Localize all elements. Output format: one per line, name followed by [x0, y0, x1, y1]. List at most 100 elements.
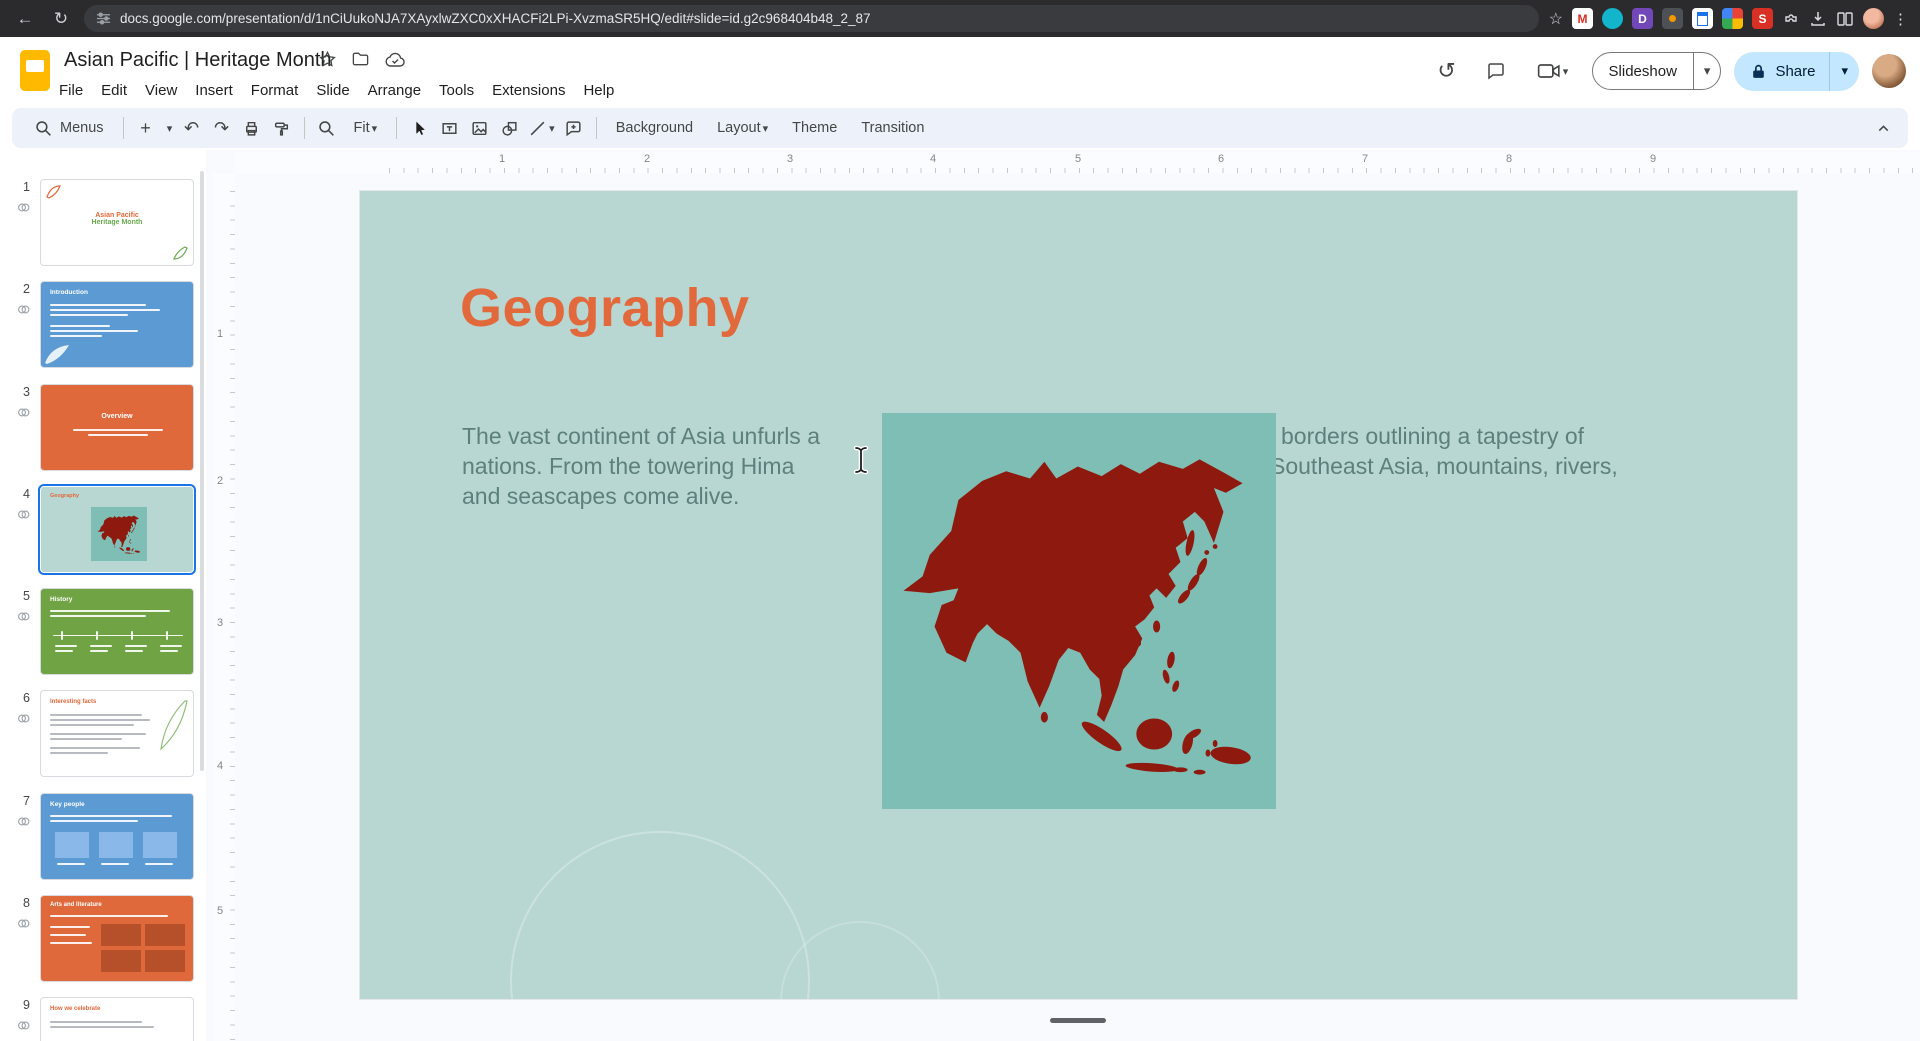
layout-button[interactable]: Layout ▾ [705, 113, 780, 143]
body-text-fragment[interactable]: nations. From the towering Hima [462, 453, 794, 480]
filmstrip-item: 1 Asian Pacific Heritage Month [0, 179, 206, 271]
s-extension-icon[interactable]: S [1752, 8, 1773, 29]
menu-arrange[interactable]: Arrange [359, 79, 430, 102]
ruler-number: 1 [217, 328, 223, 340]
bookmark-star-icon[interactable]: ☆ [1549, 9, 1563, 29]
asia-map-image[interactable] [882, 413, 1276, 809]
slideshow-button[interactable]: Slideshow [1593, 53, 1693, 89]
slide-thumbnail-2[interactable]: Introduction [40, 281, 194, 368]
menu-help[interactable]: Help [574, 79, 623, 102]
zoom-fit-select[interactable]: Fit ▾ [342, 113, 390, 143]
slide-thumbnail-1[interactable]: Asian Pacific Heritage Month [40, 179, 194, 266]
back-button[interactable]: ← [12, 6, 38, 32]
text-box-tool-button[interactable] [434, 113, 464, 143]
vertical-ruler[interactable]: 1 2 3 4 5 [213, 173, 235, 1041]
menu-file[interactable]: File [50, 79, 92, 102]
split-screen-icon[interactable] [1836, 10, 1854, 28]
meet-extension-icon[interactable] [1602, 8, 1623, 29]
slideshow-caret-button[interactable]: ▾ [1693, 53, 1721, 89]
share-control: Share ▾ [1734, 52, 1859, 91]
select-tool-button[interactable] [404, 113, 434, 143]
insert-line-button[interactable]: ▾ [524, 113, 559, 143]
zoom-button[interactable] [312, 113, 342, 143]
menu-format[interactable]: Format [242, 79, 308, 102]
decorative-circle [780, 921, 940, 999]
theme-button[interactable]: Theme [780, 113, 849, 143]
menu-edit[interactable]: Edit [92, 79, 136, 102]
document-title[interactable]: Asian Pacific | Heritage Month [64, 49, 332, 72]
extension-icon[interactable] [1662, 8, 1683, 29]
menu-insert[interactable]: Insert [186, 79, 242, 102]
leaf-decoration [167, 244, 189, 262]
gmail-icon[interactable]: M [1572, 8, 1593, 29]
filmstrip-scrollbar[interactable] [200, 171, 204, 771]
star-document-button[interactable] [318, 50, 337, 69]
lock-icon [1750, 63, 1767, 80]
leaf-decoration [45, 183, 67, 201]
slide-thumbnail-6[interactable]: Interesting facts [40, 690, 194, 777]
body-text-fragment[interactable]: and seascapes come alive. [462, 483, 739, 510]
body-text-fragment[interactable]: The vast continent of Asia unfurls a [462, 423, 820, 450]
text-line [73, 429, 163, 431]
present-caret-icon: ▾ [1563, 65, 1569, 78]
comments-button[interactable] [1478, 53, 1514, 89]
undo-icon: ↶ [184, 119, 199, 137]
slide-thumbnail-9[interactable]: How we celebrate [40, 997, 194, 1041]
zoom-fit-label: Fit [354, 120, 370, 136]
horizontal-ruler[interactable]: 1 2 3 4 5 6 7 8 9 [235, 152, 1920, 173]
text-line [57, 863, 85, 865]
version-history-button[interactable]: ↺ [1429, 53, 1465, 89]
address-bar[interactable]: docs.google.com/presentation/d/1nCiUukoN… [84, 5, 1539, 32]
collapse-toolbar-button[interactable] [1868, 113, 1898, 143]
paint-format-button[interactable] [267, 113, 297, 143]
cloud-saved-icon[interactable] [384, 50, 406, 69]
leaf-decoration [151, 697, 191, 757]
menu-tools[interactable]: Tools [430, 79, 483, 102]
menu-view[interactable]: View [136, 79, 186, 102]
layout-caret-icon: ▾ [763, 122, 769, 135]
meet-present-button[interactable]: ▾ [1527, 53, 1579, 89]
text-line [160, 645, 182, 647]
slide-title-text[interactable]: Geography [460, 277, 750, 339]
video-camera-icon [1537, 62, 1561, 80]
background-button[interactable]: Background [604, 113, 705, 143]
notes-extension-icon[interactable] [1692, 8, 1713, 29]
new-slide-button[interactable]: + [131, 113, 161, 143]
menus-search-button[interactable]: Menus [22, 113, 116, 143]
text-line [50, 820, 138, 822]
docs-extension-icon[interactable]: D [1632, 8, 1653, 29]
insert-image-button[interactable] [464, 113, 494, 143]
slide-thumbnail-4[interactable]: Geography [40, 486, 194, 573]
insert-comment-button[interactable] [559, 113, 589, 143]
extensions-puzzle-icon[interactable] [1782, 10, 1800, 28]
reload-button[interactable]: ↻ [48, 6, 74, 32]
move-folder-button[interactable] [351, 50, 370, 69]
redo-button[interactable]: ↷ [207, 113, 237, 143]
drive-extension-icon[interactable] [1722, 8, 1743, 29]
profile-avatar[interactable] [1863, 8, 1884, 29]
undo-button[interactable]: ↶ [177, 113, 207, 143]
slide-thumbnail-5[interactable]: History [40, 588, 194, 675]
chrome-menu-icon[interactable]: ⋮ [1893, 10, 1908, 28]
account-avatar[interactable] [1872, 54, 1906, 88]
canvas-scrollbar[interactable] [1050, 1018, 1106, 1023]
menu-slide[interactable]: Slide [307, 79, 358, 102]
share-button[interactable]: Share [1734, 52, 1829, 91]
print-button[interactable] [237, 113, 267, 143]
body-text-fragment[interactable]: Southeast Asia, mountains, rivers, [1270, 453, 1618, 480]
transition-button[interactable]: Transition [849, 113, 936, 143]
slide-editor-surface[interactable]: Geography The vast continent of Asia unf… [360, 191, 1797, 999]
share-caret-button[interactable]: ▾ [1829, 52, 1859, 91]
text-line [50, 1021, 142, 1023]
slide-transition-icon [17, 303, 30, 316]
slide-thumbnail-7[interactable]: Key people [40, 793, 194, 880]
slide-thumbnail-8[interactable]: Arts and literature [40, 895, 194, 982]
new-slide-caret-button[interactable]: ▾ [161, 113, 177, 143]
downloads-icon[interactable] [1809, 10, 1827, 28]
insert-shape-button[interactable] [494, 113, 524, 143]
slide-thumbnail-3[interactable]: Overview [40, 384, 194, 471]
slide-number: 8 [10, 896, 30, 910]
body-text-fragment[interactable]: borders outlining a tapestry of [1281, 423, 1584, 450]
slides-logo[interactable] [20, 50, 50, 91]
menu-extensions[interactable]: Extensions [483, 79, 574, 102]
